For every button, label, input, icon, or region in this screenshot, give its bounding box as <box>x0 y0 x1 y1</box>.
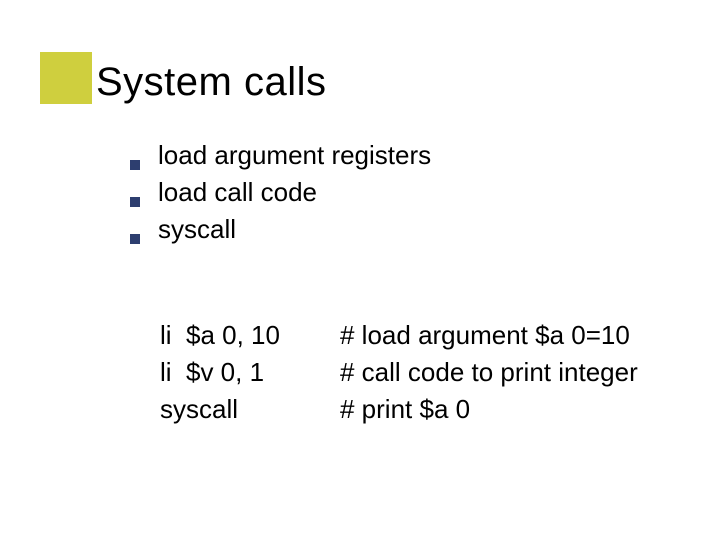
list-item: load call code <box>130 177 431 208</box>
slide: System calls load argument registers loa… <box>0 0 720 540</box>
bullet-list: load argument registers load call code s… <box>130 140 431 251</box>
code-row: li $a 0, 10 # load argument $a 0=10 <box>160 320 638 351</box>
code-instruction: li $a 0, 10 <box>160 320 340 351</box>
bullet-text: syscall <box>158 214 236 245</box>
square-bullet-icon <box>130 197 140 207</box>
bullet-text: load argument registers <box>158 140 431 171</box>
title-accent-box <box>40 52 92 104</box>
code-instruction: li $v 0, 1 <box>160 357 340 388</box>
slide-title: System calls <box>96 60 327 105</box>
list-item: load argument registers <box>130 140 431 171</box>
code-comment: # call code to print integer <box>340 357 638 388</box>
bullet-text: load call code <box>158 177 317 208</box>
code-instruction: syscall <box>160 394 340 425</box>
list-item: syscall <box>130 214 431 245</box>
code-comment: # print $a 0 <box>340 394 470 425</box>
code-row: li $v 0, 1 # call code to print integer <box>160 357 638 388</box>
square-bullet-icon <box>130 234 140 244</box>
square-bullet-icon <box>130 160 140 170</box>
code-row: syscall # print $a 0 <box>160 394 638 425</box>
code-comment: # load argument $a 0=10 <box>340 320 630 351</box>
code-block: li $a 0, 10 # load argument $a 0=10 li $… <box>160 320 638 431</box>
